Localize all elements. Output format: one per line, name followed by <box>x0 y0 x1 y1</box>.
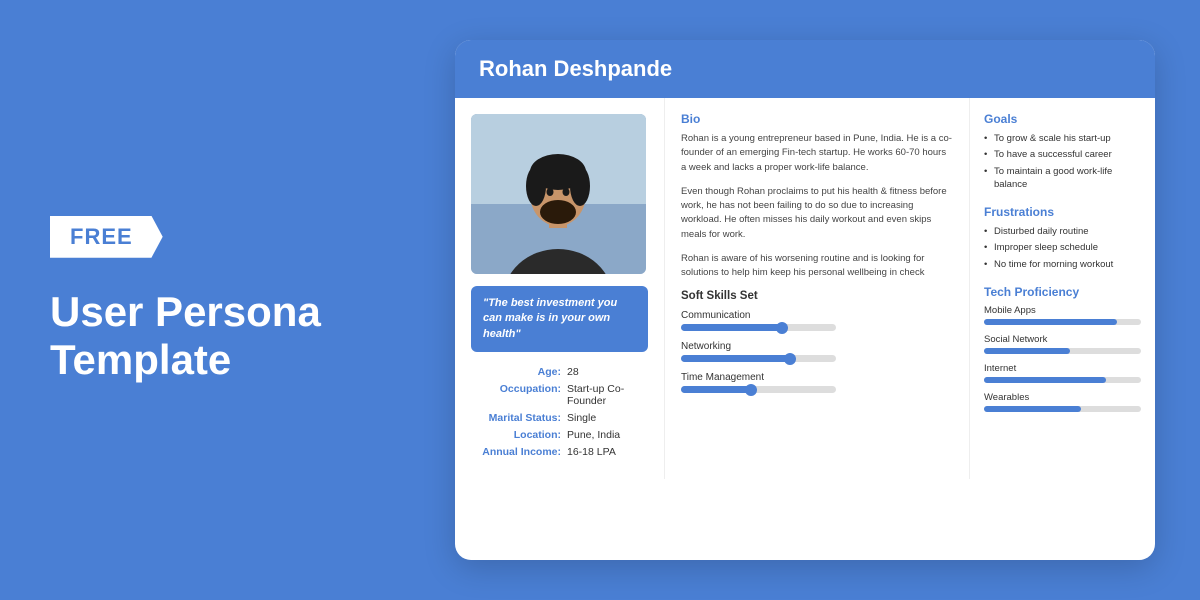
avatar-svg <box>471 114 646 274</box>
free-badge: FREE <box>50 216 163 258</box>
frustration-2: Improper sleep schedule <box>984 241 1141 254</box>
bio-title: Bio <box>681 112 953 126</box>
frustrations-title: Frustrations <box>984 205 1141 219</box>
info-table: Age: 28 Occupation: Start-up Co-Founder … <box>471 366 648 458</box>
tech-wearables: Wearables <box>984 392 1141 412</box>
goal-3: To maintain a good work-life balance <box>984 165 1141 192</box>
tech-social-network: Social Network <box>984 334 1141 354</box>
skill-communication: Communication <box>681 310 953 331</box>
card-right-col: Goals To grow & scale his start-up To ha… <box>970 98 1155 479</box>
headline: User Persona Template <box>50 288 390 385</box>
goals-title: Goals <box>984 112 1141 126</box>
skill-networking: Networking <box>681 341 953 362</box>
bio-text3: Rohan is aware of his worsening routine … <box>681 252 953 281</box>
left-panel: FREE User Persona Template <box>0 176 440 425</box>
card-mid-col: Bio Rohan is a young entrepreneur based … <box>665 98 970 479</box>
card-header: Rohan Deshpande <box>455 40 1155 98</box>
goal-2: To have a successful career <box>984 148 1141 161</box>
frustration-3: No time for morning workout <box>984 258 1141 271</box>
card-left-col: "The best investment you can make is in … <box>455 98 665 479</box>
quote-box: "The best investment you can make is in … <box>471 286 648 352</box>
info-row-marital: Marital Status: Single <box>471 412 648 424</box>
goals-list: To grow & scale his start-up To have a s… <box>984 132 1141 191</box>
persona-card: Rohan Deshpande <box>455 40 1155 560</box>
badge-wrap: FREE <box>50 216 390 258</box>
info-row-location: Location: Pune, India <box>471 429 648 441</box>
avatar-box <box>471 114 646 274</box>
info-row-occupation: Occupation: Start-up Co-Founder <box>471 383 648 407</box>
tech-title: Tech Proficiency <box>984 285 1141 299</box>
bio-text2: Even though Rohan proclaims to put his h… <box>681 185 953 242</box>
bio-text1: Rohan is a young entrepreneur based in P… <box>681 132 953 175</box>
tech-mobile-apps: Mobile Apps <box>984 305 1141 325</box>
frustrations-list: Disturbed daily routine Improper sleep s… <box>984 225 1141 271</box>
skill-time-management: Time Management <box>681 372 953 393</box>
card-body: "The best investment you can make is in … <box>455 98 1155 479</box>
card-wrap: Rohan Deshpande <box>440 20 1200 580</box>
goal-1: To grow & scale his start-up <box>984 132 1141 145</box>
info-row-income: Annual Income: 16-18 LPA <box>471 446 648 458</box>
info-row-age: Age: 28 <box>471 366 648 378</box>
soft-skills-title: Soft Skills Set <box>681 290 953 302</box>
frustration-1: Disturbed daily routine <box>984 225 1141 238</box>
tech-internet: Internet <box>984 363 1141 383</box>
persona-name: Rohan Deshpande <box>479 56 672 81</box>
